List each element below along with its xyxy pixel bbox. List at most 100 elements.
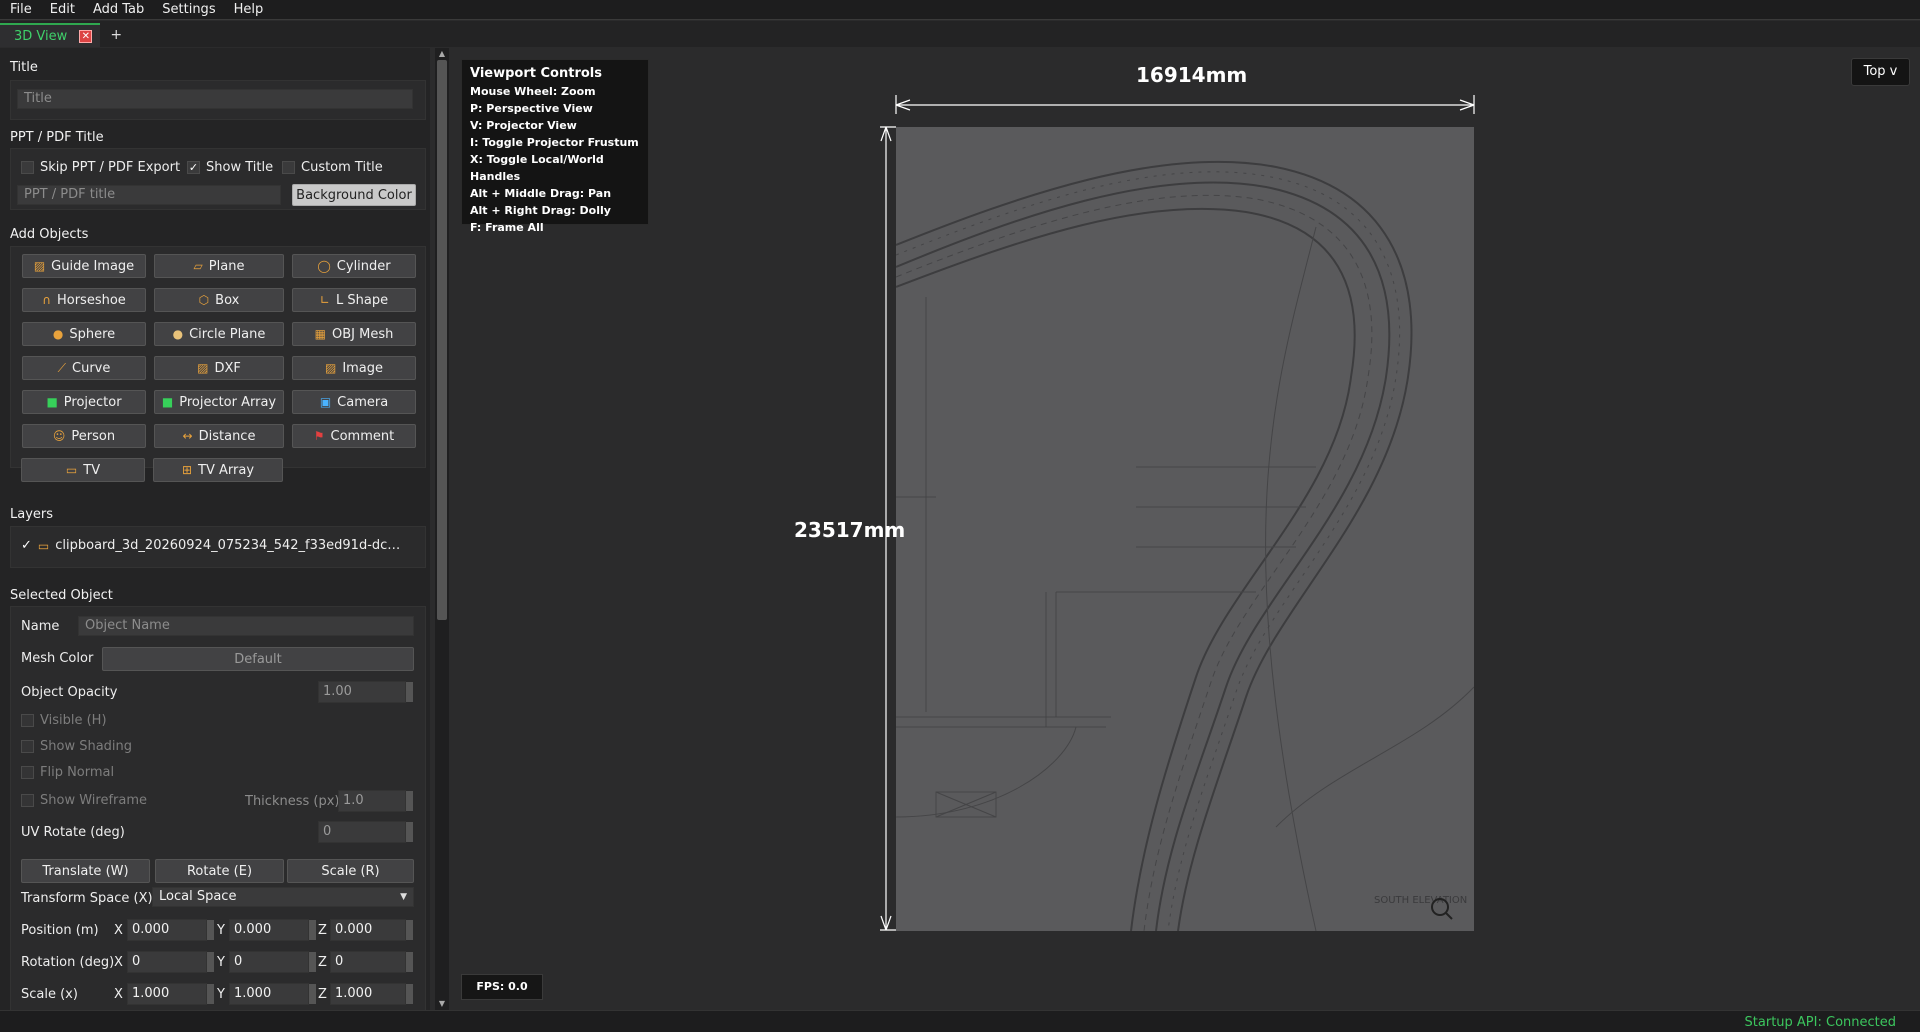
menu-file[interactable]: File <box>0 0 40 20</box>
rotation-y-spinner[interactable]: 0 <box>229 951 316 973</box>
position-y-spinner[interactable]: 0.000 <box>229 919 316 941</box>
cylinder-label: Cylinder <box>336 258 391 274</box>
spinner-arrows-icon[interactable] <box>406 984 413 1004</box>
camera-label: Camera <box>337 394 389 410</box>
sphere-button[interactable]: ● Sphere <box>22 322 146 346</box>
add-objects-heading: Add Objects <box>10 227 89 242</box>
skip-export-label: Skip PPT / PDF Export <box>40 160 181 175</box>
ppt-title-input[interactable]: PPT / PDF title <box>17 185 281 205</box>
circle-plane-label: Circle Plane <box>189 326 266 342</box>
position-x-spinner[interactable]: 0.000 <box>127 919 214 941</box>
horseshoe-label: Horseshoe <box>56 292 126 308</box>
control-hint: V: Projector View <box>470 119 577 132</box>
add-tab-button[interactable]: + <box>100 23 132 47</box>
obj-mesh-button[interactable]: ▦ OBJ Mesh <box>292 322 416 346</box>
visible-checkbox[interactable]: Visible (H) <box>21 713 107 728</box>
scale-y-spinner[interactable]: 1.000 <box>229 983 316 1005</box>
spinner-arrows-icon[interactable] <box>406 920 413 940</box>
scale-z-spinner[interactable]: 1.000 <box>330 983 413 1005</box>
dimension-lines <box>880 95 1475 931</box>
comment-button[interactable]: ⚑ Comment <box>292 424 416 448</box>
guide-image-button[interactable]: ▨ Guide Image <box>22 254 146 278</box>
spinner-arrows-icon[interactable] <box>406 952 413 972</box>
comment-icon: ⚑ <box>313 429 325 443</box>
transform-space-select[interactable]: Local Space ▼ <box>152 887 414 907</box>
menu-help[interactable]: Help <box>224 0 272 20</box>
checkbox-box <box>21 794 34 807</box>
person-button[interactable]: ☺ Person <box>22 424 146 448</box>
show-wireframe-checkbox[interactable]: Show Wireframe <box>21 793 147 808</box>
check-icon: ✓ <box>21 538 32 553</box>
spinner-arrows-icon[interactable] <box>406 791 413 811</box>
rotation-x-value: 0 <box>132 954 141 969</box>
l-shape-button[interactable]: ∟ L Shape <box>292 288 416 312</box>
tv-button[interactable]: ▭ TV <box>21 458 145 482</box>
box-button[interactable]: ⬡ Box <box>154 288 284 312</box>
spinner-arrows-icon[interactable] <box>207 984 214 1004</box>
layer-item[interactable]: ✓ ▭ clipboard_3d_20260924_075234_542_f33… <box>21 538 400 553</box>
close-icon[interactable]: ✕ <box>79 29 93 43</box>
control-hint: I: Toggle Projector Frustum <box>470 136 639 149</box>
camera-button[interactable]: ▣ Camera <box>292 390 416 414</box>
curve-label: Curve <box>72 360 111 376</box>
circle-plane-button[interactable]: ● Circle Plane <box>154 322 284 346</box>
add-objects-box: ▨ Guide Image ▱ Plane ◯ Cylinder ∩ Horseshoe… <box>10 246 426 468</box>
viewport-controls-panel: Viewport Controls Mouse Wheel: Zoom P: P… <box>461 59 649 234</box>
view-mode-dropdown[interactable]: Top v <box>1851 58 1910 86</box>
l-shape-label: L Shape <box>335 292 389 308</box>
title-input[interactable]: Title <box>17 89 413 109</box>
dxf-icon: ▨ <box>197 361 209 375</box>
menu-edit[interactable]: Edit <box>40 0 83 20</box>
spinner-arrows-icon[interactable] <box>207 952 214 972</box>
scrollbar-thumb[interactable] <box>437 60 447 620</box>
image-button[interactable]: ▨ Image <box>292 356 416 380</box>
show-shading-checkbox[interactable]: Show Shading <box>21 739 132 754</box>
background-color-button[interactable]: Background Color <box>292 184 416 206</box>
show-title-checkbox[interactable]: ✓ Show Title <box>187 160 273 175</box>
uv-rotate-spinner[interactable]: 0 <box>318 821 413 843</box>
skip-export-checkbox[interactable]: Skip PPT / PDF Export <box>21 160 180 175</box>
horseshoe-button[interactable]: ∩ Horseshoe <box>22 288 146 312</box>
mesh-color-label: Mesh Color <box>21 651 94 666</box>
tab-3d-view[interactable]: 3D View ✕ <box>0 23 101 47</box>
visible-label: Visible (H) <box>40 713 107 728</box>
cylinder-button[interactable]: ◯ Cylinder <box>292 254 416 278</box>
image-icon: ▭ <box>37 538 50 553</box>
flip-normal-checkbox[interactable]: Flip Normal <box>21 765 114 780</box>
scale-x-spinner[interactable]: 1.000 <box>127 983 214 1005</box>
distance-button[interactable]: ↔ Distance <box>154 424 284 448</box>
spinner-arrows-icon[interactable] <box>406 822 413 842</box>
translate-button[interactable]: Translate (W) <box>21 859 150 883</box>
control-hint: P: Perspective View <box>470 102 593 115</box>
tv-label: TV <box>83 462 101 478</box>
spinner-arrows-icon[interactable] <box>309 984 316 1004</box>
spinner-arrows-icon[interactable] <box>207 920 214 940</box>
layers-heading: Layers <box>10 507 54 522</box>
scale-z-value: 1.000 <box>335 986 373 1001</box>
scroll-down-icon[interactable]: ▼ <box>437 1000 447 1008</box>
projector-button[interactable]: ■ Projector <box>22 390 146 414</box>
spinner-arrows-icon[interactable] <box>406 682 413 702</box>
rotation-x-spinner[interactable]: 0 <box>127 951 214 973</box>
menu-add-tab[interactable]: Add Tab <box>83 0 152 20</box>
spinner-arrows-icon[interactable] <box>309 952 316 972</box>
dxf-button[interactable]: ▨ DXF <box>154 356 284 380</box>
thickness-spinner[interactable]: 1.0 <box>338 790 413 812</box>
left-panel-scrollbar[interactable]: ▲ ▼ <box>435 48 449 1010</box>
scroll-up-icon[interactable]: ▲ <box>437 50 447 58</box>
curve-button[interactable]: ⟋ Curve <box>22 356 146 380</box>
object-opacity-spinner[interactable]: 1.00 <box>318 681 413 703</box>
menu-settings[interactable]: Settings <box>152 0 223 20</box>
mesh-color-button[interactable]: Default <box>102 647 414 671</box>
rotate-button[interactable]: Rotate (E) <box>155 859 284 883</box>
plane-button[interactable]: ▱ Plane <box>154 254 284 278</box>
position-z-spinner[interactable]: 0.000 <box>330 919 413 941</box>
scale-button[interactable]: Scale (R) <box>287 859 414 883</box>
position-y-value: 0.000 <box>234 922 272 937</box>
custom-title-checkbox[interactable]: Custom Title <box>282 160 383 175</box>
rotation-z-spinner[interactable]: 0 <box>330 951 413 973</box>
tv-array-button[interactable]: ⊞ TV Array <box>153 458 283 482</box>
projector-array-button[interactable]: ■ Projector Array <box>154 390 284 414</box>
object-name-input[interactable]: Object Name <box>78 616 414 636</box>
spinner-arrows-icon[interactable] <box>309 920 316 940</box>
